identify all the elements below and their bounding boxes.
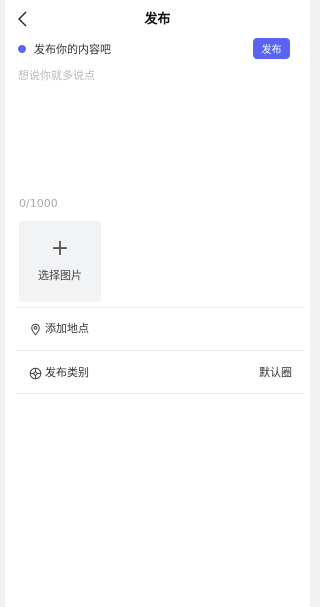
category-icon <box>29 365 42 380</box>
divider <box>16 393 305 394</box>
category-label: 发布类别 <box>45 366 89 379</box>
add-location-row[interactable]: 添加地点 <box>16 313 305 343</box>
add-location-label: 添加地点 <box>45 322 89 335</box>
select-image-label: 选择图片 <box>38 269 82 282</box>
content-input[interactable] <box>18 66 298 186</box>
publish-screen: 发布 发布你的内容吧 发布 0/1000 + 选择图片 添加地点 <box>5 0 310 607</box>
char-counter: 0/1000 <box>19 197 58 210</box>
publish-button[interactable]: 发布 <box>253 38 290 59</box>
divider <box>16 307 305 308</box>
compose-prompt: 发布你的内容吧 <box>34 43 111 56</box>
select-image-button[interactable]: + 选择图片 <box>19 221 101 302</box>
divider <box>16 350 305 351</box>
compose-hint: 发布你的内容吧 <box>18 39 111 59</box>
accent-dot <box>18 45 26 53</box>
location-pin-icon <box>29 321 42 336</box>
plus-icon: + <box>50 236 70 261</box>
category-value: 默认圈 <box>259 366 292 379</box>
category-row[interactable]: 发布类别 默认圈 <box>16 357 305 387</box>
nav-bar: 发布 <box>5 0 310 38</box>
page-title: 发布 <box>144 12 171 27</box>
